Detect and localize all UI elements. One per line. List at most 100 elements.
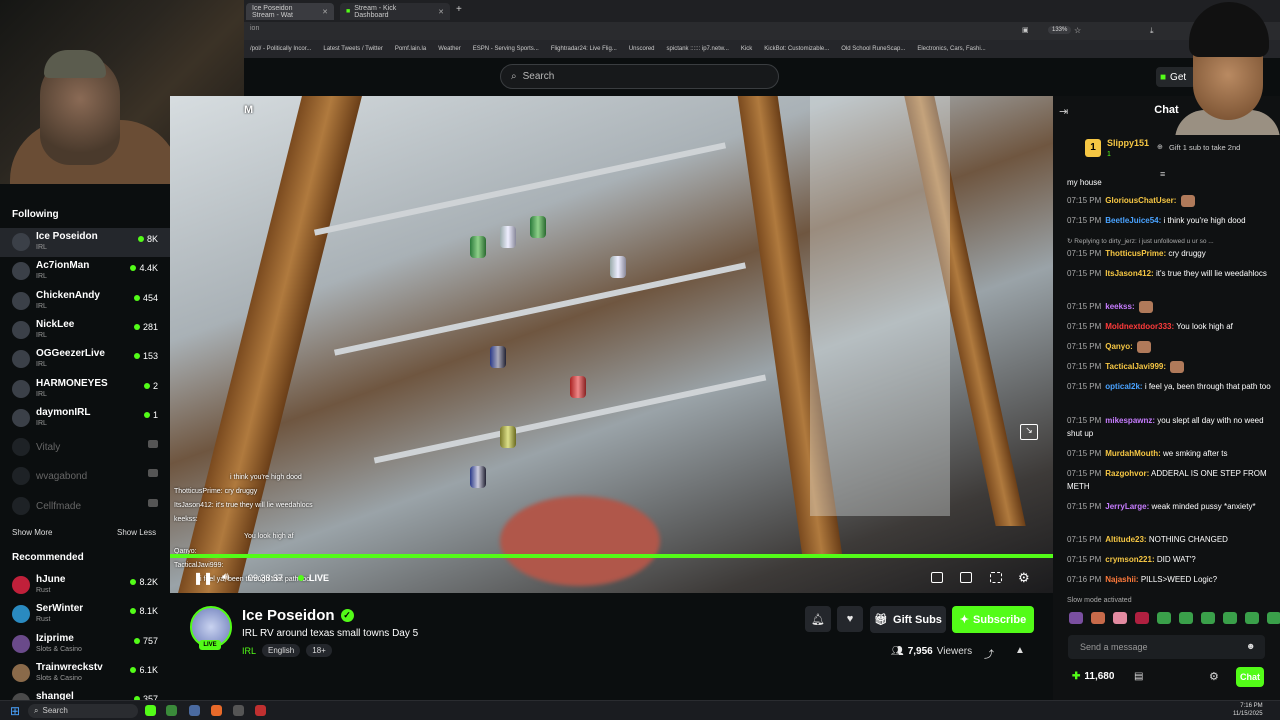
app-icon[interactable]: [255, 705, 266, 716]
chrome-icon[interactable]: [166, 705, 177, 716]
chat-username[interactable]: JerryLarge:: [1105, 502, 1149, 511]
close-icon[interactable]: ✕: [438, 8, 444, 16]
tag-language[interactable]: English: [262, 644, 301, 657]
emote-icon[interactable]: [1267, 612, 1280, 624]
emote-icon[interactable]: [1201, 612, 1215, 624]
chat-username[interactable]: Razgohvor:: [1105, 469, 1149, 478]
browser-tab[interactable]: ■ Stream - Kick Dashboard ✕: [340, 3, 450, 20]
bell-icon[interactable]: 🔔︎: [805, 606, 831, 632]
recommended-channel[interactable]: Trainwreckstv Slots & Casino 6.1K: [0, 659, 170, 688]
emote-icon[interactable]: [1135, 612, 1149, 624]
sidebar-channel[interactable]: HARMONEYES IRL 2: [0, 375, 170, 404]
chat-username[interactable]: TacticalJavi999:: [1105, 362, 1166, 371]
channel-points[interactable]: 11,680: [1084, 671, 1114, 682]
leaderboard-user[interactable]: Slippy151: [1107, 138, 1149, 148]
show-more-link[interactable]: Show More: [12, 528, 52, 537]
gift-subs-button[interactable]: 🎁︎ Gift Subs: [870, 606, 946, 633]
address-text[interactable]: ion: [250, 25, 259, 32]
tag-age[interactable]: 18+: [306, 644, 332, 657]
sidebar-channel[interactable]: Vitaly: [0, 433, 170, 462]
settings-icon[interactable]: ⚙: [1018, 570, 1030, 586]
volume-icon[interactable]: 🔊︎: [222, 571, 229, 584]
bookmark-item[interactable]: Kick: [741, 46, 752, 52]
sidebar-channel[interactable]: NickLee IRL 281: [0, 316, 170, 345]
bookmark-item[interactable]: KickBot: Customizable...: [764, 46, 829, 52]
pause-icon[interactable]: ❚❚: [193, 571, 213, 585]
spotify-icon[interactable]: [145, 705, 156, 716]
category-link[interactable]: IRL: [242, 646, 256, 656]
chat-username[interactable]: keekss:: [1105, 302, 1134, 311]
chat-send-button[interactable]: Chat: [1236, 667, 1264, 687]
clip-icon[interactable]: [931, 572, 943, 583]
bookmark-item[interactable]: Latest Tweets / Twitter: [323, 46, 382, 52]
subscribe-button[interactable]: ✦ Subscribe: [952, 606, 1034, 633]
heart-icon[interactable]: ♥: [837, 606, 863, 632]
show-less-link[interactable]: Show Less: [117, 528, 156, 537]
bookmark-item[interactable]: Electronics, Cars, Fashi...: [917, 46, 985, 52]
chat-username[interactable]: ThotticusPrime:: [1105, 249, 1166, 258]
bookmark-item[interactable]: Pomf.lain.la: [395, 46, 426, 52]
star-icon[interactable]: ☆: [1074, 26, 1081, 35]
sidebar-channel[interactable]: wvagabond: [0, 462, 170, 491]
chat-username[interactable]: GloriousChatUser:: [1105, 196, 1176, 205]
fullscreen-icon[interactable]: [990, 572, 1002, 583]
emote-icon[interactable]: [1223, 612, 1237, 624]
windows-start-icon[interactable]: ⊞: [10, 704, 20, 718]
chat-settings-icon[interactable]: ⚙: [1209, 670, 1219, 683]
download-icon[interactable]: ⤓: [1150, 26, 1154, 36]
recommended-channel[interactable]: SerWinter Rust 8.1K: [0, 600, 170, 629]
progress-bar[interactable]: [170, 554, 1053, 558]
recommended-channel[interactable]: Iziprime Slots & Casino 757: [0, 630, 170, 659]
taskbar-search[interactable]: ⌕ Search: [28, 704, 138, 718]
calendar-icon[interactable]: ▤: [1134, 671, 1143, 682]
chat-username[interactable]: mikespawnz:: [1105, 416, 1155, 425]
new-tab-icon[interactable]: +: [456, 4, 462, 15]
search-input[interactable]: ⌕ Search: [500, 64, 779, 89]
recommended-channel[interactable]: hJune Rust 8.2K: [0, 571, 170, 600]
sidebar-channel[interactable]: OGGeezerLive IRL 153: [0, 345, 170, 374]
chat-username[interactable]: Moldnextdoor333:: [1105, 322, 1174, 331]
sidebar-channel[interactable]: Cellfmade: [0, 492, 170, 521]
sidebar-channel[interactable]: daymonIRL IRL 1: [0, 404, 170, 433]
popout-icon[interactable]: ↘: [1020, 424, 1038, 440]
emote-icon[interactable]: [1245, 612, 1259, 624]
emote-icon[interactable]: [1157, 612, 1171, 624]
chat-username[interactable]: crymson221:: [1105, 555, 1154, 564]
emoji-icon[interactable]: ☻: [1246, 641, 1255, 651]
bookmark-item[interactable]: spictank :::::: ip7.netw...: [667, 46, 729, 52]
emote-icon[interactable]: [1113, 612, 1127, 624]
bookmark-item[interactable]: Weather: [438, 46, 461, 52]
emote-icon[interactable]: [1091, 612, 1105, 624]
firefox-icon[interactable]: [211, 705, 222, 716]
emote-icon[interactable]: [1179, 612, 1193, 624]
chat-input[interactable]: Send a message: [1068, 635, 1265, 659]
live-label[interactable]: LIVE: [309, 573, 329, 583]
sidebar-channel[interactable]: Ice Poseidon IRL 8K: [0, 228, 170, 257]
chat-username[interactable]: MurdahMouth:: [1105, 449, 1161, 458]
bookmark-item[interactable]: Unscored: [629, 46, 655, 52]
leaderboard-action[interactable]: Gift 1 sub to take 2nd: [1169, 143, 1240, 152]
zoom-badge[interactable]: 133%: [1048, 26, 1072, 34]
emote-icon[interactable]: [1069, 612, 1083, 624]
chat-username[interactable]: optical2k:: [1105, 382, 1142, 391]
sidebar-channel[interactable]: Ac7ionMan IRL 4.4K: [0, 257, 170, 286]
chat-username[interactable]: Altitude23:: [1105, 535, 1146, 544]
chat-username[interactable]: ItsJason412:: [1105, 269, 1153, 278]
chat-username[interactable]: BeetleJuice54:: [1105, 216, 1161, 225]
browser-tab-active[interactable]: Ice Poseidon Stream - Wat ✕: [246, 3, 334, 20]
chat-username[interactable]: Qanyo:: [1105, 342, 1133, 351]
app-icon[interactable]: [233, 705, 244, 716]
share-icon[interactable]: ⤴: [984, 646, 994, 661]
video-player[interactable]: M i think you're high dood ThotticusPrim…: [170, 96, 1053, 593]
report-icon[interactable]: ▲: [1015, 645, 1025, 656]
chat-username[interactable]: Najashii:: [1105, 575, 1138, 584]
bookmark-item[interactable]: Old School RuneScap...: [841, 46, 905, 52]
install-icon[interactable]: ▣: [1022, 26, 1029, 34]
steam-icon[interactable]: [189, 705, 200, 716]
bookmark-item[interactable]: Flightradar24: Live Flig...: [551, 46, 617, 52]
bookmark-item[interactable]: /pol/ - Politically Incor...: [250, 46, 311, 52]
close-icon[interactable]: ✕: [322, 8, 328, 16]
sidebar-channel[interactable]: ChickenAndy IRL 454: [0, 287, 170, 316]
theater-icon[interactable]: [960, 572, 972, 583]
streamer-name[interactable]: Ice Poseidon: [242, 607, 335, 624]
